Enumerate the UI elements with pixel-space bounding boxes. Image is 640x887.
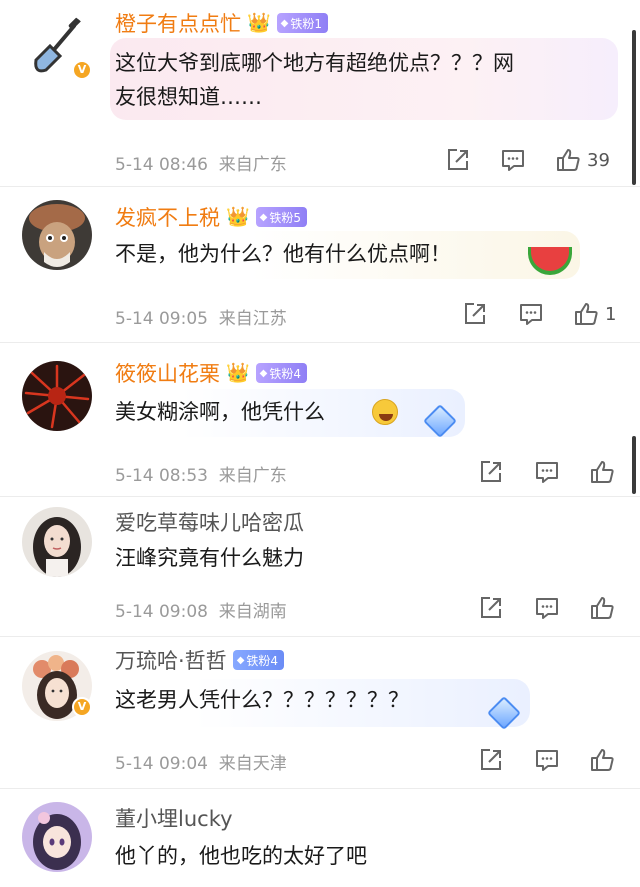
avatar[interactable]	[22, 507, 92, 577]
username[interactable]: 爱吃草莓味儿哈密瓜	[115, 507, 304, 537]
comment-location: 来自湖南	[218, 602, 287, 622]
verified-v-icon: V	[72, 697, 92, 717]
share-icon	[481, 749, 501, 770]
fan-level-text: 铁粉1	[290, 16, 323, 31]
share-icon	[481, 461, 501, 482]
share-button[interactable]	[478, 745, 504, 775]
comment-button[interactable]	[518, 299, 544, 329]
comment-icon	[502, 150, 524, 171]
comment-location: 来自天津	[218, 754, 287, 774]
comment-meta: 5-14 09:08 来自湖南	[115, 597, 287, 622]
username[interactable]: 筱筱山花栗	[115, 358, 220, 388]
crown-icon: 👑	[247, 11, 271, 34]
comment-text: 美女糊涂啊，他凭什么	[115, 400, 325, 424]
comment-item: 发疯不上税 👑 ◆ 铁粉5 不是，他为什么？他有什么优点啊！ 5-14 09:05…	[0, 187, 640, 341]
fan-level-badge[interactable]: ◆ 铁粉4	[232, 650, 285, 670]
avatar[interactable]	[22, 802, 92, 872]
fan-level-text: 铁粉4	[269, 366, 302, 381]
like-count: 1	[605, 303, 617, 325]
comment-time: 5-14 09:04	[115, 754, 208, 774]
comment-icon	[520, 304, 542, 325]
thumbs-up-icon	[557, 149, 580, 171]
comment-text: 不是，他为什么？他有什么优点啊！	[115, 242, 451, 266]
laugh-cry-emoji	[372, 399, 398, 425]
anime-girl-avatar-image	[22, 802, 92, 872]
thumbs-up-icon	[575, 303, 598, 325]
comment-meta: 5-14 09:05 来自江苏	[115, 304, 287, 329]
comment-time: 5-14 09:08	[115, 602, 208, 622]
crown-icon: 👑	[226, 205, 250, 228]
fan-level-badge[interactable]: ◆ 铁粉1	[276, 13, 329, 33]
comment-text: 这老男人凭什么？？？？？？？	[115, 688, 409, 712]
comment-button[interactable]	[534, 457, 560, 487]
comment-text: 汪峰究竟有什么魅力	[115, 546, 304, 570]
comment-meta: 5-14 09:04 来自天津	[115, 749, 287, 774]
comment-meta: 5-14 08:53 来自广东	[115, 461, 287, 486]
share-button[interactable]	[478, 593, 504, 623]
thumbs-up-icon	[591, 461, 614, 483]
comment-time: 5-14 08:53	[115, 466, 208, 486]
share-icon	[481, 597, 501, 618]
comment-location: 来自广东	[218, 155, 287, 175]
comment-meta: 5-14 08:46 来自广东	[115, 150, 287, 175]
comment-item: V 万琉哈·哲哲 ◆ 铁粉4 这老男人凭什么？？？？？？？ 5-14 09:04 …	[0, 637, 640, 787]
thumbs-up-icon	[591, 749, 614, 771]
comment-item: 董小埋lucky 他丫的，他也吃的太好了吧	[0, 789, 640, 887]
comment-text-line: 这位大爷到底哪个地方有超绝优点？？？网	[115, 51, 514, 75]
comment-time: 5-14 09:05	[115, 309, 208, 329]
comment-item: V 橙子有点点忙 👑 ◆ 铁粉1 这位大爷到底哪个地方有超绝优点？？？网 友很想知…	[0, 0, 640, 185]
comment-button[interactable]	[534, 745, 560, 775]
username[interactable]: 发疯不上税	[115, 202, 220, 232]
comment-text: 这位大爷到底哪个地方有超绝优点？？？网 友很想知道……	[115, 46, 514, 114]
comment-button[interactable]	[534, 593, 560, 623]
red-flower-avatar-image	[22, 361, 92, 431]
share-button[interactable]	[478, 457, 504, 487]
crown-icon: 👑	[226, 361, 250, 384]
comment-location: 来自广东	[218, 466, 287, 486]
like-button[interactable]	[589, 745, 615, 775]
like-button[interactable]	[589, 593, 615, 623]
comment-icon	[536, 598, 558, 619]
username[interactable]: 董小埋lucky	[115, 803, 233, 833]
like-button[interactable]: 1	[573, 299, 616, 329]
share-icon	[448, 149, 468, 170]
comment-item: 筱筱山花栗 👑 ◆ 铁粉4 美女糊涂啊，他凭什么 5-14 08:53 来自广东	[0, 343, 640, 495]
comment-button[interactable]	[500, 145, 526, 175]
comment-text-line: 友很想知道……	[115, 85, 262, 109]
comment-item: 爱吃草莓味儿哈密瓜 汪峰究竟有什么魅力 5-14 09:08 来自湖南	[0, 497, 640, 635]
fan-level-badge[interactable]: ◆ 铁粉4	[255, 363, 308, 383]
avatar[interactable]	[22, 200, 92, 270]
fan-level-text: 铁粉4	[246, 653, 279, 668]
like-count: 39	[587, 149, 610, 171]
girl-avatar-image	[22, 507, 92, 577]
comment-icon	[536, 462, 558, 483]
avatar[interactable]	[22, 361, 92, 431]
fan-level-badge[interactable]: ◆ 铁粉5	[255, 207, 308, 227]
verified-v-icon: V	[72, 60, 92, 80]
comment-location: 来自江苏	[218, 309, 287, 329]
share-button[interactable]	[462, 299, 488, 329]
old-man-avatar-image	[22, 200, 92, 270]
comment-time: 5-14 08:46	[115, 155, 208, 175]
like-button[interactable]	[589, 457, 615, 487]
like-button[interactable]: 39	[555, 145, 610, 175]
thumbs-up-icon	[591, 597, 614, 619]
comment-text: 他丫的，他也吃的太好了吧	[115, 844, 367, 868]
share-icon	[465, 303, 485, 324]
fan-level-text: 铁粉5	[269, 210, 302, 225]
comment-icon	[536, 750, 558, 771]
share-button[interactable]	[445, 145, 471, 175]
username[interactable]: 万琉哈·哲哲	[115, 645, 227, 675]
username[interactable]: 橙子有点点忙	[115, 8, 241, 38]
